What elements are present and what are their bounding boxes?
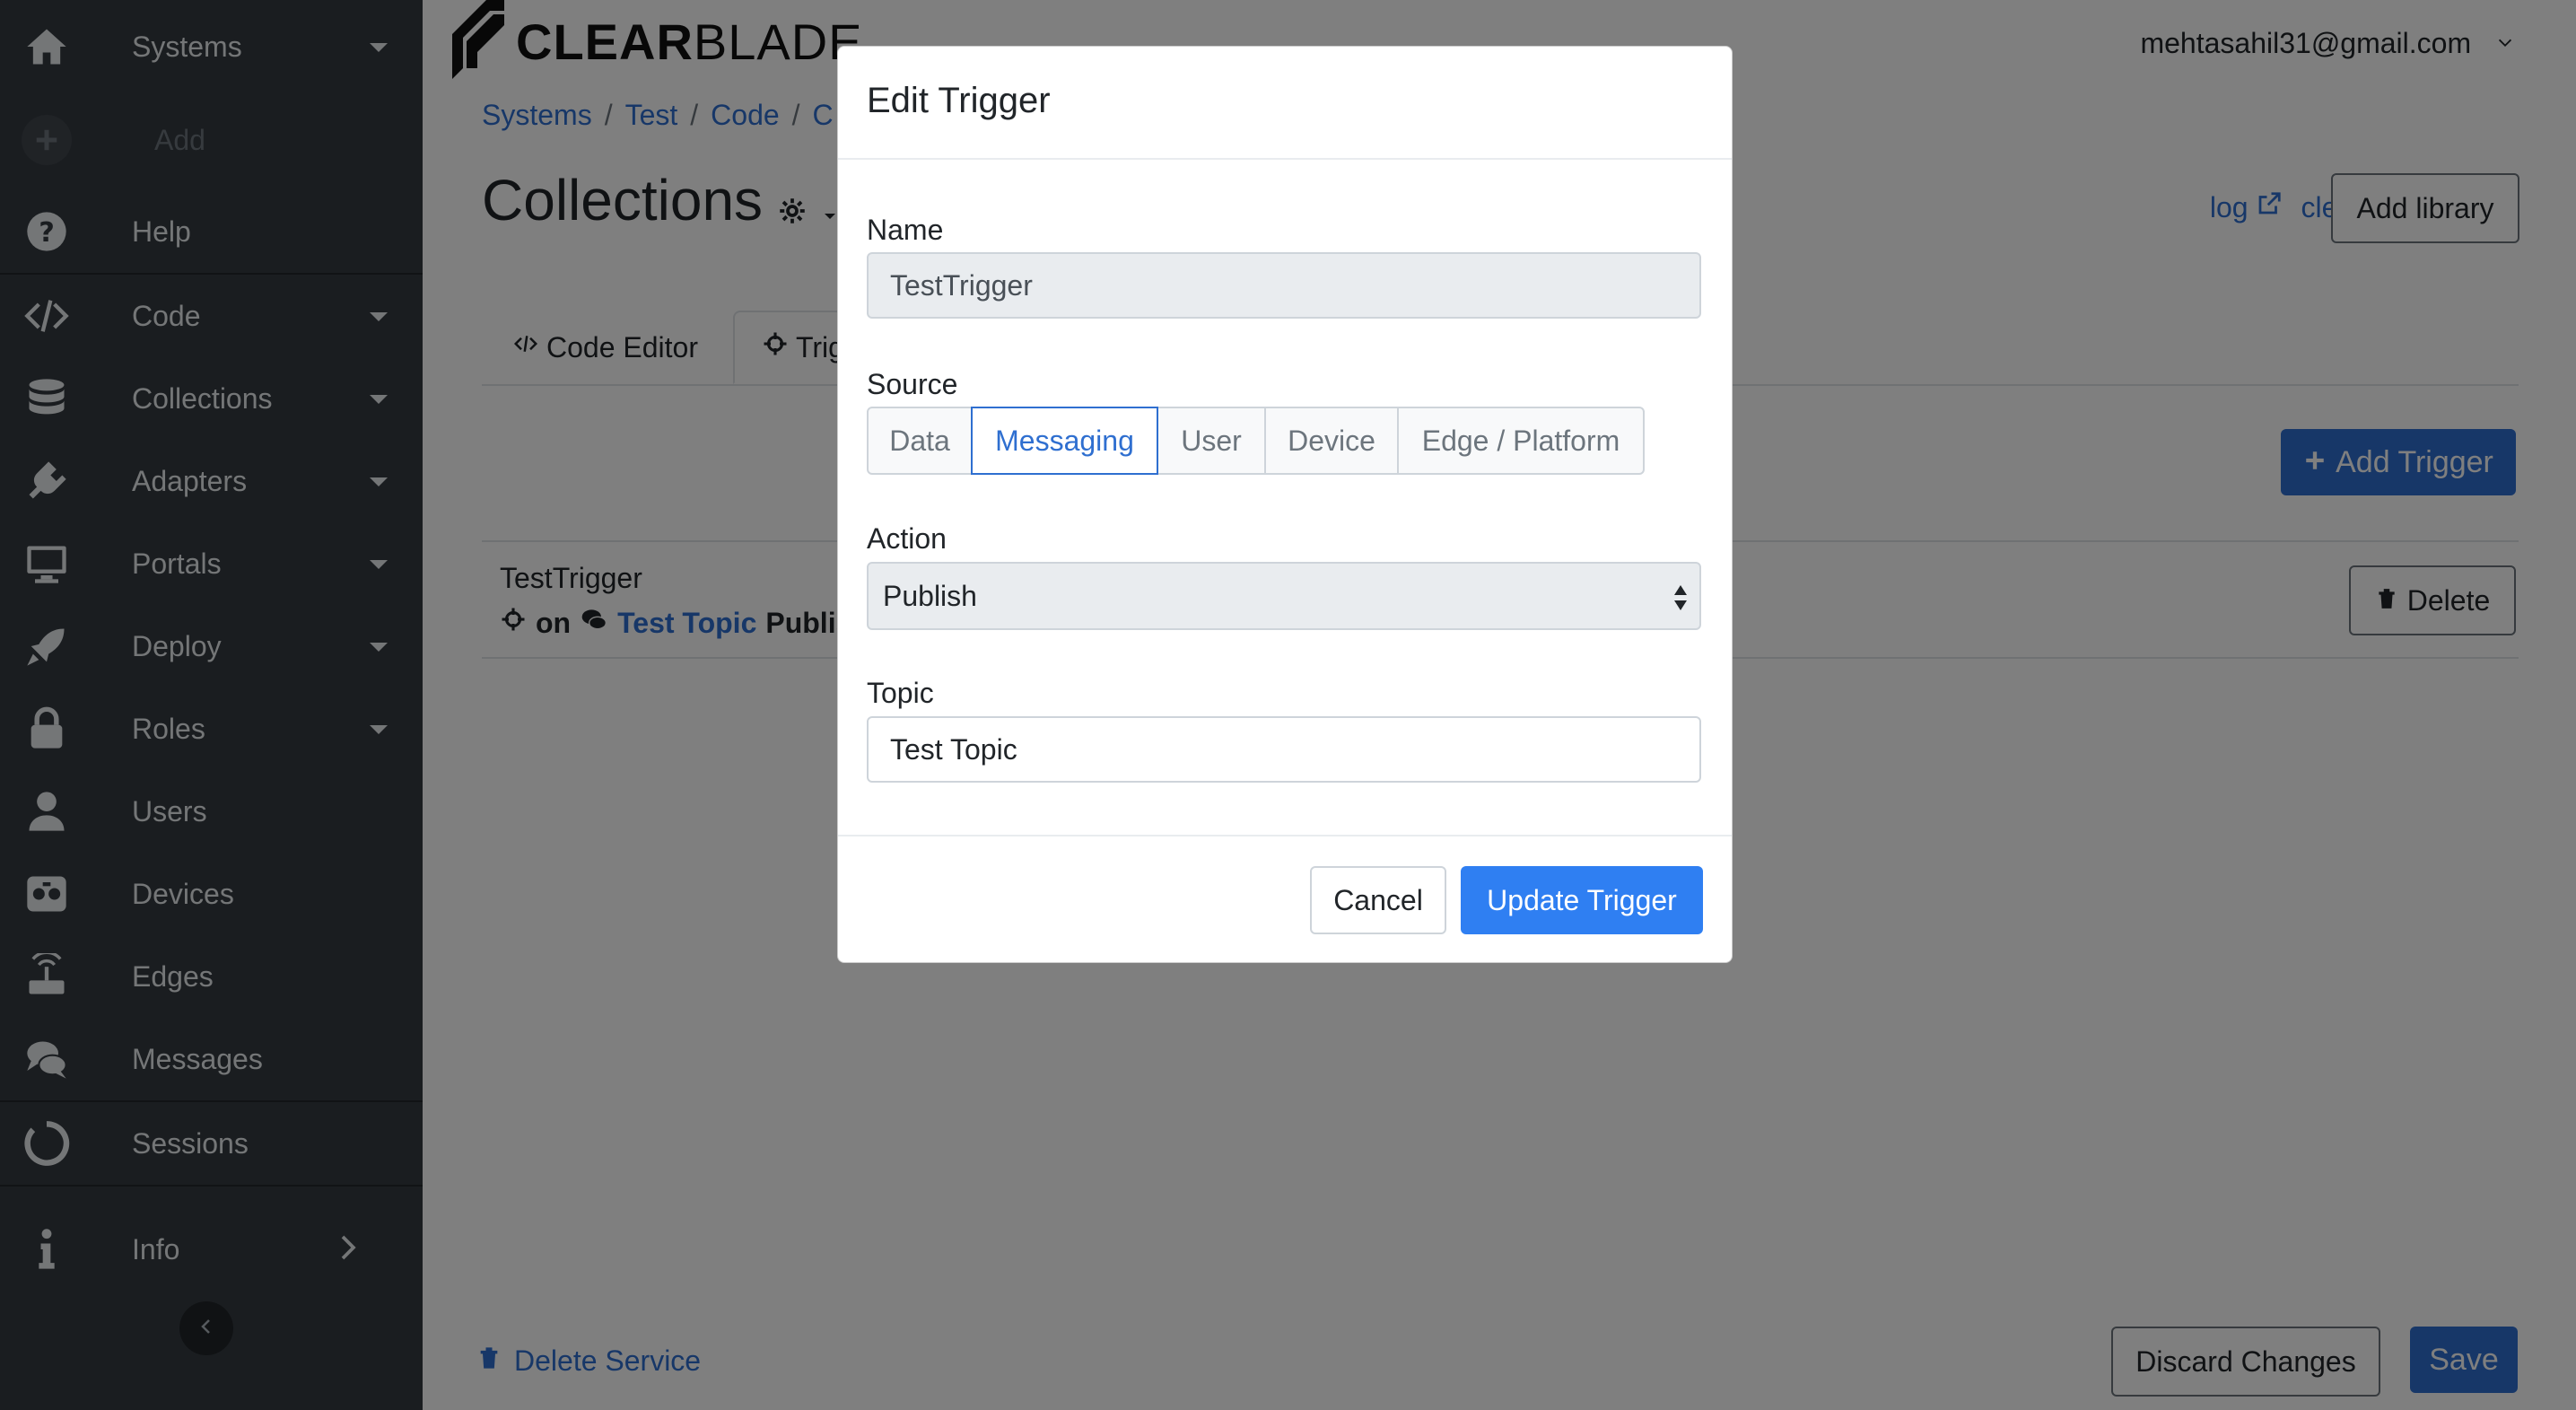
modal-footer: Cancel Update Trigger bbox=[838, 835, 1732, 964]
action-select[interactable]: Publish bbox=[867, 562, 1701, 630]
source-user-button[interactable]: User bbox=[1157, 407, 1266, 475]
source-data-button[interactable]: Data bbox=[867, 407, 973, 475]
edit-trigger-modal: Edit Trigger Name TestTrigger Source Dat… bbox=[837, 46, 1733, 963]
source-edge-platform-button[interactable]: Edge / Platform bbox=[1397, 407, 1645, 475]
name-field[interactable]: TestTrigger bbox=[867, 252, 1701, 319]
source-device-button[interactable]: Device bbox=[1264, 407, 1399, 475]
name-label: Name bbox=[867, 214, 944, 246]
topic-input[interactable]: Test Topic bbox=[867, 716, 1701, 783]
action-select-value: Publish bbox=[883, 579, 977, 612]
modal-header: Edit Trigger bbox=[838, 47, 1732, 160]
action-label: Action bbox=[867, 522, 947, 555]
modal-title: Edit Trigger bbox=[867, 81, 1051, 120]
source-button-group: Data Messaging User Device Edge / Platfo… bbox=[867, 407, 1645, 475]
update-trigger-button[interactable]: Update Trigger bbox=[1461, 866, 1703, 934]
source-messaging-button[interactable]: Messaging bbox=[971, 407, 1158, 475]
source-label: Source bbox=[867, 368, 958, 400]
select-arrows-icon bbox=[1672, 582, 1689, 614]
cancel-button[interactable]: Cancel bbox=[1310, 866, 1446, 934]
topic-label: Topic bbox=[867, 677, 934, 709]
